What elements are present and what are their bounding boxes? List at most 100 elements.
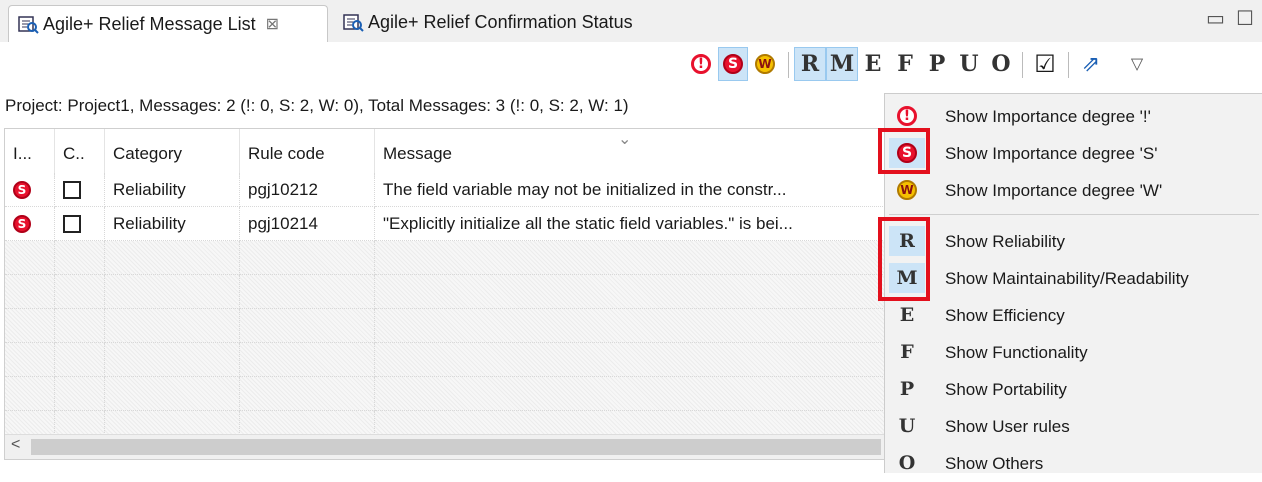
toggle-reliability-button[interactable]: R [794,47,826,81]
column-header-label: Message [383,144,452,163]
filter-dropdown-menu: ! Show Importance degree '!' S Show Impo… [878,93,1262,474]
empty-cell [55,275,105,309]
confirm-checkbox-button[interactable]: ☑ [1030,47,1060,81]
menu-item-label: Show Functionality [945,342,1088,362]
export-button[interactable]: ⇗ [1076,47,1106,81]
menu-item-label: Show Importance degree '!' [945,106,1151,126]
empty-table-row [5,343,885,377]
menu-item-portability[interactable]: P Show Portability [885,371,1262,408]
tab-label: Agile+ Relief Message List [43,13,256,34]
message-table: I... C.. Category Rule code Message ⌄ S … [4,128,886,460]
importance-cell: S [5,207,55,241]
toggle-others-button[interactable]: O [986,47,1016,81]
close-icon[interactable]: ⊠ [266,14,279,34]
empty-cell [55,377,105,411]
empty-table-row [5,377,885,411]
menu-item-importance-w[interactable]: W Show Importance degree 'W' [885,172,1262,209]
importance-exclamation-icon: ! [691,54,711,74]
column-header-message[interactable]: Message ⌄ [375,129,885,179]
empty-cell [240,241,375,275]
others-letter-icon: O [889,448,925,478]
empty-cell [240,275,375,309]
menu-item-label: Show Maintainability/Readability [945,268,1189,288]
column-header-rule-code[interactable]: Rule code [240,129,375,179]
empty-cell [55,309,105,343]
importance-w-icon: W [755,54,775,74]
tab-label: Agile+ Relief Confirmation Status [368,11,633,32]
checkbox-icon: ☑ [1034,50,1056,78]
user-rules-letter-icon: U [959,51,979,77]
menu-item-reliability[interactable]: R Show Reliability [885,223,1262,260]
menu-item-others[interactable]: O Show Others [885,445,1262,482]
view-toolbar: ! S W R M E F P U O ☑ ⇗ ▽ [0,42,1262,88]
view-menu-button[interactable]: ▽ [1122,47,1152,81]
menu-item-label: Show User rules [945,416,1070,436]
menu-item-label: Show Importance degree 'S' [945,143,1158,163]
confirm-checkbox[interactable] [63,180,81,199]
rule-code-cell: pgj10212 [240,173,375,207]
empty-table-row [5,275,885,309]
portability-letter-icon: P [889,374,925,404]
column-header-confirm[interactable]: C.. [55,129,105,179]
functionality-letter-icon: F [889,337,925,367]
empty-cell [5,275,55,309]
category-cell: Reliability [105,207,240,241]
efficiency-letter-icon: E [864,51,882,77]
menu-item-importance-s[interactable]: S Show Importance degree 'S' [885,135,1262,172]
toggle-importance-w-button[interactable]: W [750,47,780,81]
message-cell: The field variable may not be initialize… [375,173,885,207]
tab-confirmation-status[interactable]: Agile+ Relief Confirmation Status [334,6,633,38]
menu-item-label: Show Importance degree 'W' [945,180,1163,200]
toggle-portability-button[interactable]: P [922,47,952,81]
scroll-left-arrow-icon[interactable]: < [11,436,20,454]
minimize-icon[interactable]: ▭ [1206,6,1225,31]
message-list-icon [17,13,39,35]
scrollbar-thumb[interactable] [31,439,881,455]
table-row[interactable]: S Reliability pgj10214 "Explicitly initi… [5,207,885,241]
toggle-importance-s-button[interactable]: S [718,47,748,81]
table-row[interactable]: S Reliability pgj10212 The field variabl… [5,173,885,207]
column-header-importance[interactable]: I... [5,129,55,179]
empty-cell [375,377,885,411]
importance-s-icon: S [13,214,31,233]
menu-item-label: Show Efficiency [945,305,1065,325]
confirm-checkbox[interactable] [63,214,81,233]
toggle-user-rules-button[interactable]: U [954,47,984,81]
menu-item-functionality[interactable]: F Show Functionality [885,334,1262,371]
toggle-functionality-button[interactable]: F [890,47,920,81]
message-cell: "Explicitly initialize all the static fi… [375,207,885,241]
empty-cell [240,343,375,377]
sort-chevron-icon: ⌄ [618,131,632,148]
menu-item-label: Show Reliability [945,231,1065,251]
menu-item-efficiency[interactable]: E Show Efficiency [885,297,1262,334]
confirm-cell [55,207,105,241]
empty-cell [5,377,55,411]
empty-cell [5,241,55,275]
empty-cell [375,275,885,309]
menu-item-importance-exclamation[interactable]: ! Show Importance degree '!' [885,98,1262,135]
empty-cell [105,309,240,343]
importance-cell: S [5,173,55,207]
column-header-category[interactable]: Category [105,129,240,179]
importance-badge: ! [897,106,917,126]
menu-item-user-rules[interactable]: U Show User rules [885,408,1262,445]
annotation-highlight-box [878,217,930,301]
menu-item-maintainability[interactable]: M Show Maintainability/Readability [885,260,1262,297]
toggle-efficiency-button[interactable]: E [858,47,888,81]
importance-s-icon: S [13,180,31,199]
empty-cell [105,377,240,411]
toolbar-separator [1068,52,1069,78]
empty-cell [55,241,105,275]
menu-letter: P [899,378,915,400]
empty-table-row [5,309,885,343]
message-summary: Project: Project1, Messages: 2 (!: 0, S:… [5,96,629,115]
empty-cell [375,309,885,343]
toggle-maintainability-button[interactable]: M [826,47,858,81]
maintainability-letter-icon: M [829,51,855,77]
toggle-importance-exclamation-button[interactable]: ! [686,47,716,81]
toolbar-separator [788,52,789,78]
tab-message-list[interactable]: Agile+ Relief Message List ⊠ [8,5,328,42]
maximize-icon[interactable]: ☐ [1236,6,1254,31]
reliability-letter-icon: R [800,51,820,77]
horizontal-scrollbar[interactable]: < [5,434,885,459]
